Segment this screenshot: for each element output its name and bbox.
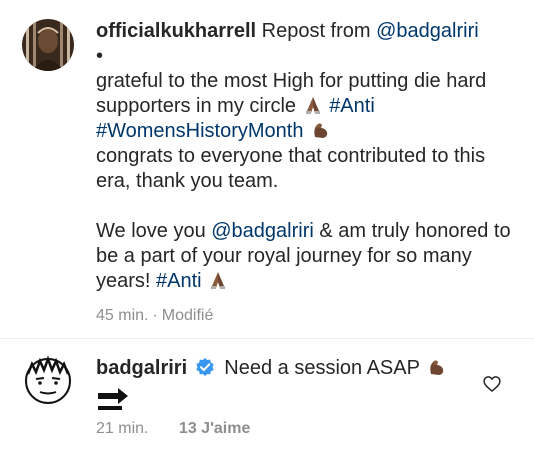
caption-paragraph-gap — [96, 194, 516, 219]
reply-username[interactable]: badgalriri — [96, 357, 187, 379]
caption-text: officialkukharrell Repost from @badgalri… — [96, 19, 516, 326]
avatar-image — [22, 354, 74, 406]
caption-text-grateful: grateful to the most High for putting di… — [96, 70, 487, 117]
repost-mention[interactable]: @badgalriri — [376, 20, 479, 42]
caption-text-love: We love you — [96, 220, 206, 242]
avatar-badgalriri[interactable] — [22, 354, 74, 406]
caption-timestamp[interactable]: 45 min. — [96, 307, 148, 324]
flexed-biceps-icon — [314, 123, 328, 138]
caption-meta: 45 min. · Modifié — [96, 306, 516, 326]
meta-separator: · — [152, 307, 158, 324]
caption-bullet: • — [96, 45, 104, 67]
verified-badge-icon — [196, 358, 214, 376]
repost-prefix: Repost from — [261, 20, 371, 42]
avatar-image — [22, 19, 74, 71]
flexed-biceps-icon — [430, 360, 444, 375]
reply-text-body: Need a session ASAP — [224, 357, 420, 379]
caption-paragraph-2: congrats to everyone that contributed to… — [96, 145, 486, 192]
caption-paragraph-3: We love you @badgalriri & am truly honor… — [96, 219, 516, 294]
edited-label: Modifié — [161, 307, 214, 324]
reply-timestamp[interactable]: 21 min. — [96, 420, 148, 437]
heart-outline-icon[interactable] — [482, 374, 502, 394]
caption-comment: officialkukharrell Repost from @badgalri… — [0, 0, 534, 338]
mention-badgalriri[interactable]: @badgalriri — [211, 220, 314, 242]
reply-meta: 21 min. 13 J'aime — [96, 419, 466, 439]
hashtag-anti-end[interactable]: #Anti — [156, 270, 202, 292]
avatar-officialkukharrell[interactable] — [22, 19, 74, 71]
comment-divider — [0, 338, 534, 339]
reply-likes-count[interactable]: 13 J'aime — [179, 420, 250, 437]
reply-comment: badgalriri Need a session ASAP 21 min. 1… — [96, 356, 466, 439]
caption-line-1: officialkukharrell Repost from @badgalri… — [96, 19, 516, 44]
hashtag-anti[interactable]: #Anti — [329, 95, 375, 117]
soon-arrow-icon — [98, 388, 128, 410]
hashtag-womens-history-month[interactable]: #WomensHistoryMonth — [96, 120, 303, 142]
reply-line: badgalriri Need a session ASAP — [96, 356, 466, 381]
praying-hands-icon — [305, 97, 320, 114]
praying-hands-icon — [211, 272, 226, 289]
caption-username[interactable]: officialkukharrell — [96, 20, 256, 42]
caption-paragraph-1: grateful to the most High for putting di… — [96, 69, 516, 144]
